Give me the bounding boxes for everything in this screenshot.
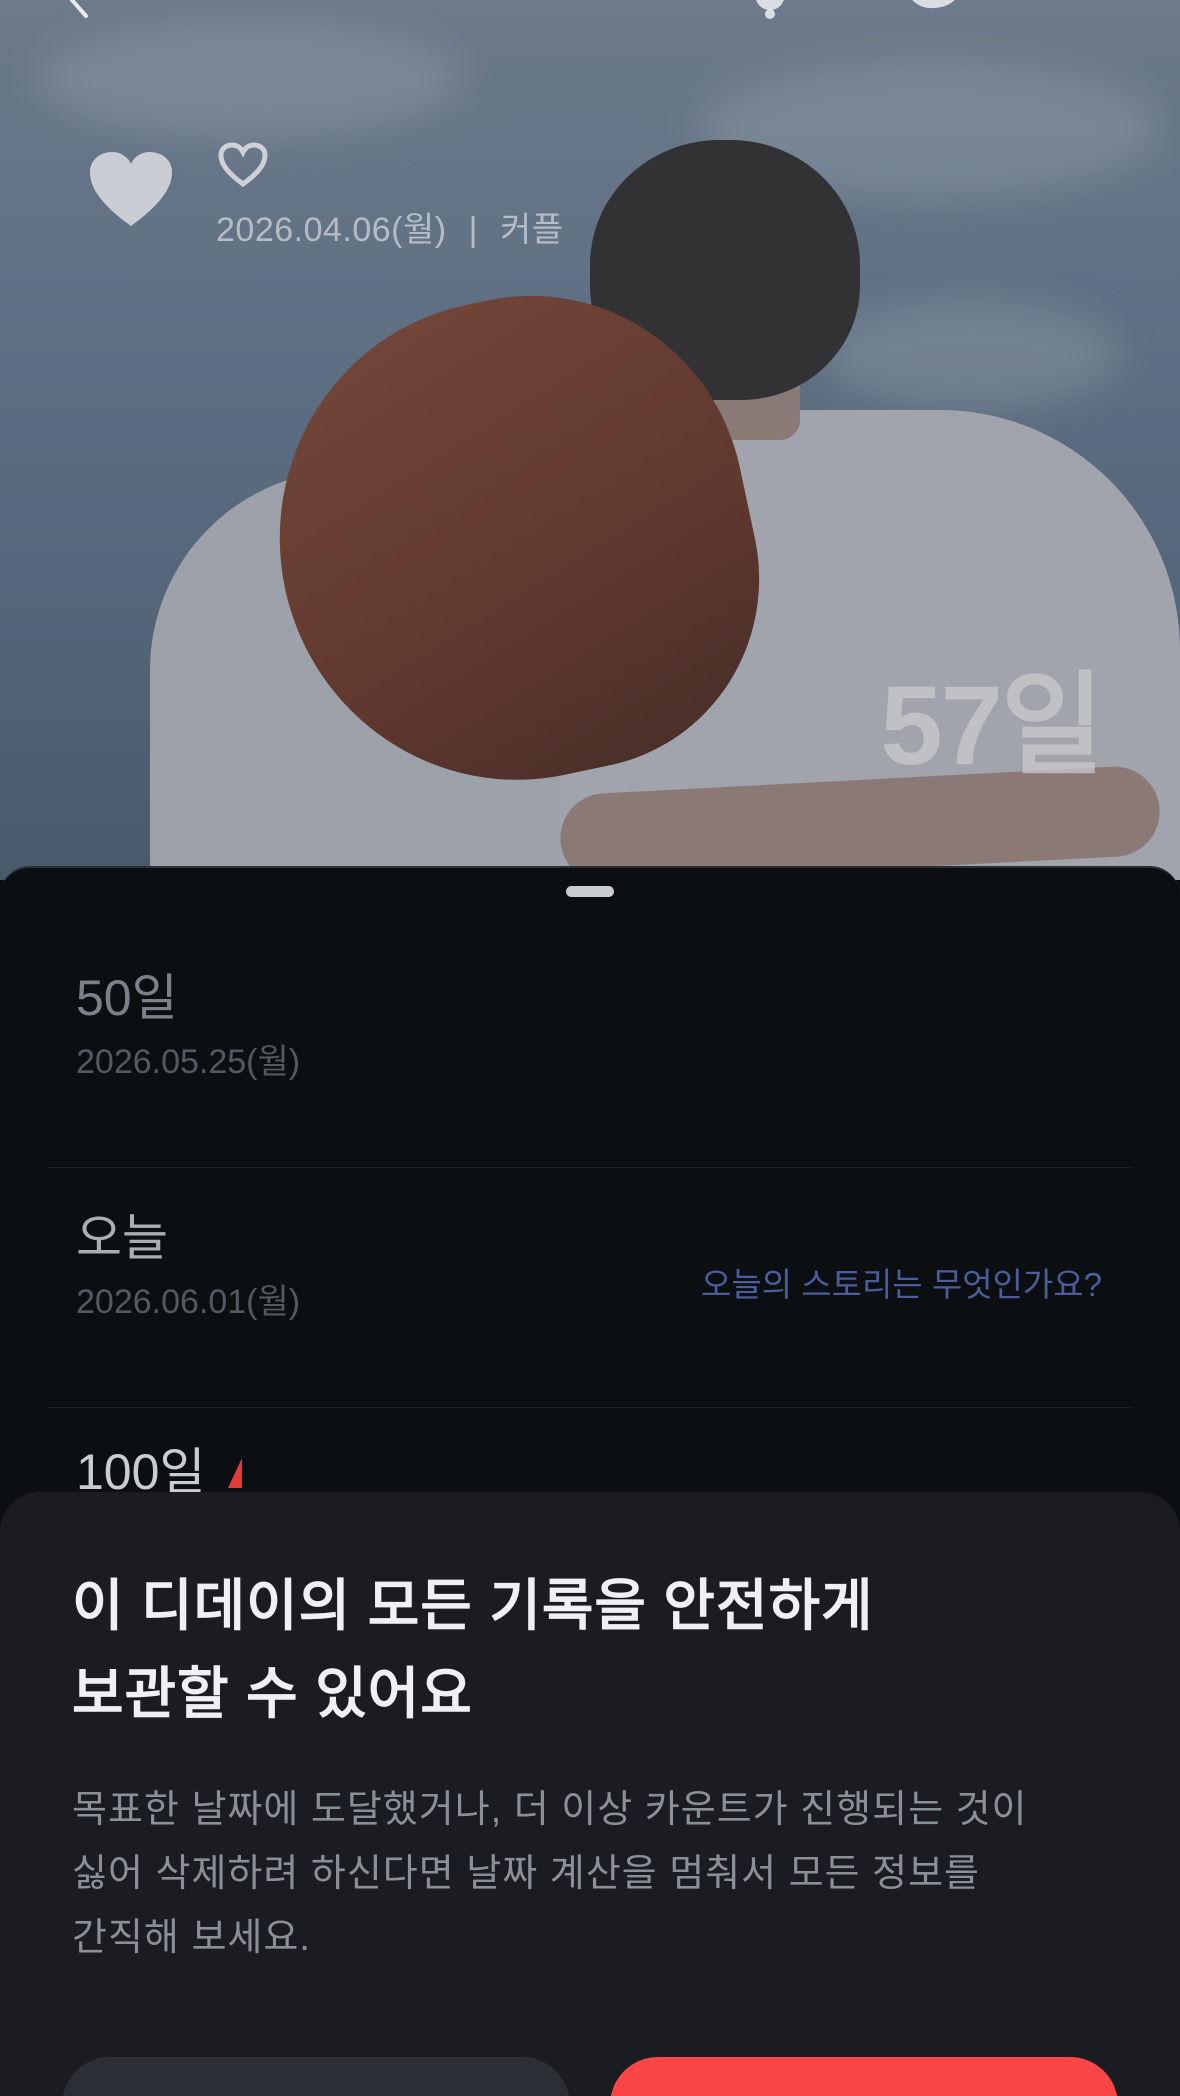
dday-detail-screen: 2026.04.06(월) | 커플 57일 50일 2026.05.25(월) 오… (0, 0, 1180, 2096)
modal-title-line: 보관할 수 있어요 (72, 1662, 473, 1725)
milestone-date: 2026.06.01(월) (76, 1283, 301, 1321)
modal-title: 이 디데이의 모든 기록을 안전하게 보관할 수 있어요 (72, 1562, 1112, 1738)
category-label: 커플 (499, 211, 564, 249)
heart-outline-icon[interactable] (218, 142, 268, 188)
bell-icon[interactable] (745, 0, 795, 20)
start-date: 2026.04.06(월) (216, 211, 447, 249)
milestone-title: 50일 (76, 970, 178, 1026)
milestone-marker-icon (228, 1458, 242, 1488)
milestone-title: 오늘 (76, 1210, 168, 1266)
milestone-date: 2026.05.25(월) (76, 1043, 301, 1081)
archive-bottom-sheet: 이 디데이의 모든 기록을 안전하게 보관할 수 있어요 목표한 날짜에 도달했… (0, 1492, 1180, 2096)
meta-separator: | (468, 211, 478, 249)
modal-description-line: 목표한 날짜에 도달했거나, 더 이상 카운트가 진행되는 것이 (72, 1789, 1028, 1831)
today-story-link[interactable]: 오늘의 스토리는 무엇인가요? (701, 1258, 1102, 1306)
modal-description-line: 싫어 삭제하려 하신다면 날짜 계산을 멈춰서 모든 정보를 (72, 1853, 980, 1895)
day-count: 57일 (880, 663, 1104, 788)
sheet-grab-handle[interactable] (566, 886, 614, 897)
hero-photo: 2026.04.06(월) | 커플 57일 (0, 0, 1180, 880)
modal-description-line: 간직해 보세요. (72, 1917, 311, 1959)
secondary-button[interactable] (62, 2057, 570, 2096)
back-icon[interactable] (60, 0, 100, 20)
modal-title-line: 이 디데이의 모든 기록을 안전하게 (72, 1574, 874, 1637)
list-item[interactable]: 오늘 2026.06.01(월) 오늘의 스토리는 무엇인가요? (48, 1168, 1132, 1408)
modal-description: 목표한 날짜에 도달했거나, 더 이상 카운트가 진행되는 것이 싫어 삭제하려… (72, 1778, 1112, 1970)
list-item[interactable]: 50일 2026.05.25(월) (48, 928, 1132, 1168)
heart-icon (88, 150, 174, 230)
primary-button[interactable] (610, 2057, 1118, 2096)
palette-icon[interactable] (900, 0, 970, 20)
hero-meta: 2026.04.06(월) | 커플 (216, 202, 564, 251)
